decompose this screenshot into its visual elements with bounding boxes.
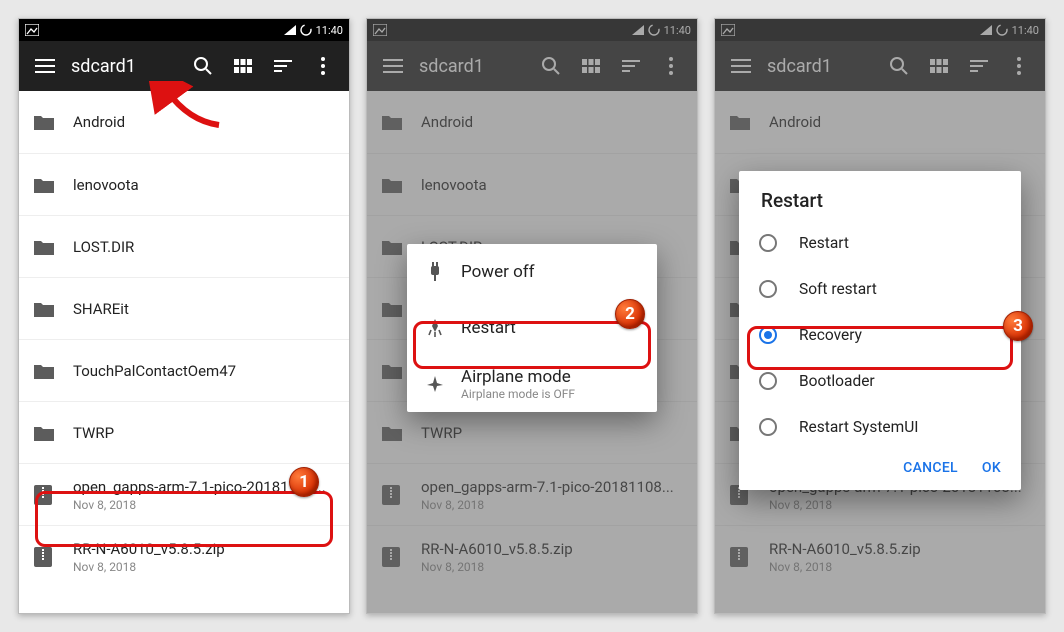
restart-option-label: Restart SystemUI — [799, 418, 919, 436]
file-name: TWRP — [73, 424, 335, 442]
restart-dialog: Restart Restart Soft restart Recovery Bootl… — [739, 171, 1021, 490]
restart-option-label: Soft restart — [799, 280, 877, 298]
restart-option-soft-restart[interactable]: Soft restart — [739, 266, 1021, 312]
power-off-option[interactable]: Power off — [407, 244, 657, 300]
folder-icon — [33, 424, 73, 442]
ok-button[interactable]: OK — [982, 460, 1001, 476]
file-date: Nov 8, 2018 — [73, 498, 335, 512]
restart-option-restart[interactable]: Restart — [739, 220, 1021, 266]
loading-icon — [300, 24, 312, 36]
file-name: lenovoota — [73, 176, 335, 194]
sort-button[interactable] — [263, 46, 303, 86]
radio-icon — [759, 372, 777, 390]
restart-option-recovery[interactable]: Recovery — [739, 312, 1021, 358]
restart-option[interactable]: Restart — [407, 300, 657, 356]
plug-icon — [425, 262, 461, 282]
file-row[interactable]: open_gapps-arm-7.1-pico-20181108... Nov 8… — [19, 463, 349, 525]
folder-row[interactable]: LOST.DIR — [19, 215, 349, 277]
folder-row[interactable]: SHAREit — [19, 277, 349, 339]
screenshot-1: 11:40 sdcard1 Android lenovoota LOST.DIR SH… — [18, 18, 350, 614]
file-name: SHAREit — [73, 300, 335, 318]
file-name: TouchPalContactOem47 — [73, 362, 335, 380]
status-time: 11:40 — [316, 24, 343, 37]
file-name: Android — [73, 113, 335, 131]
restart-option-label: Restart — [799, 234, 849, 252]
view-grid-button[interactable] — [223, 46, 263, 86]
restart-option-bootloader[interactable]: Bootloader — [739, 358, 1021, 404]
dialog-actions: CANCEL OK — [739, 450, 1021, 486]
app-toolbar: sdcard1 — [19, 41, 349, 91]
zip-icon — [33, 546, 73, 568]
restart-option-label: Bootloader — [799, 372, 875, 390]
file-date: Nov 8, 2018 — [73, 560, 335, 574]
power-off-label: Power off — [461, 262, 535, 282]
menu-button[interactable] — [25, 46, 65, 86]
rocket-icon — [425, 318, 461, 338]
file-name: RR-N-A6010_v5.8.5.zip — [73, 540, 335, 558]
radio-icon — [759, 280, 777, 298]
toolbar-title[interactable]: sdcard1 — [65, 56, 146, 77]
folder-icon — [33, 362, 73, 380]
folder-icon — [33, 113, 73, 131]
folder-row[interactable]: Android — [19, 91, 349, 153]
restart-option-label: Recovery — [799, 326, 862, 344]
file-name: open_gapps-arm-7.1-pico-20181108... — [73, 478, 335, 496]
screenshot-3: 11:40 sdcard1 AndroidlenovootaLOST.DIRSH… — [714, 18, 1046, 614]
radio-icon — [759, 326, 777, 344]
radio-icon — [759, 418, 777, 436]
file-list[interactable]: Android lenovoota LOST.DIR SHAREit TouchPalC… — [19, 91, 349, 587]
airplane-label: Airplane mode — [461, 367, 575, 387]
folder-row[interactable]: lenovoota — [19, 153, 349, 215]
picture-icon — [25, 24, 39, 36]
restart-dialog-title: Restart — [739, 171, 1021, 220]
restart-label: Restart — [461, 318, 516, 338]
screenshot-2: 11:40 sdcard1 AndroidlenovootaLOST.DIRSH… — [366, 18, 698, 614]
folder-icon — [33, 176, 73, 194]
overflow-button[interactable] — [303, 46, 343, 86]
radio-icon — [759, 234, 777, 252]
cancel-button[interactable]: CANCEL — [903, 460, 958, 476]
file-row[interactable]: RR-N-A6010_v5.8.5.zip Nov 8, 2018 — [19, 525, 349, 587]
airplane-sub: Airplane mode is OFF — [461, 387, 575, 401]
file-name: LOST.DIR — [73, 238, 335, 256]
status-bar: 11:40 — [19, 19, 349, 41]
restart-option-restart-systemui[interactable]: Restart SystemUI — [739, 404, 1021, 450]
power-menu-dialog: Power off Restart Airplane mode Airplane… — [407, 244, 657, 412]
airplane-option[interactable]: Airplane mode Airplane mode is OFF — [407, 356, 657, 412]
signal-icon — [284, 25, 296, 35]
airplane-icon — [425, 374, 461, 394]
search-button[interactable] — [183, 46, 223, 86]
folder-icon — [33, 300, 73, 318]
folder-icon — [33, 238, 73, 256]
folder-row[interactable]: TouchPalContactOem47 — [19, 339, 349, 401]
folder-row[interactable]: TWRP — [19, 401, 349, 463]
zip-icon — [33, 484, 73, 506]
